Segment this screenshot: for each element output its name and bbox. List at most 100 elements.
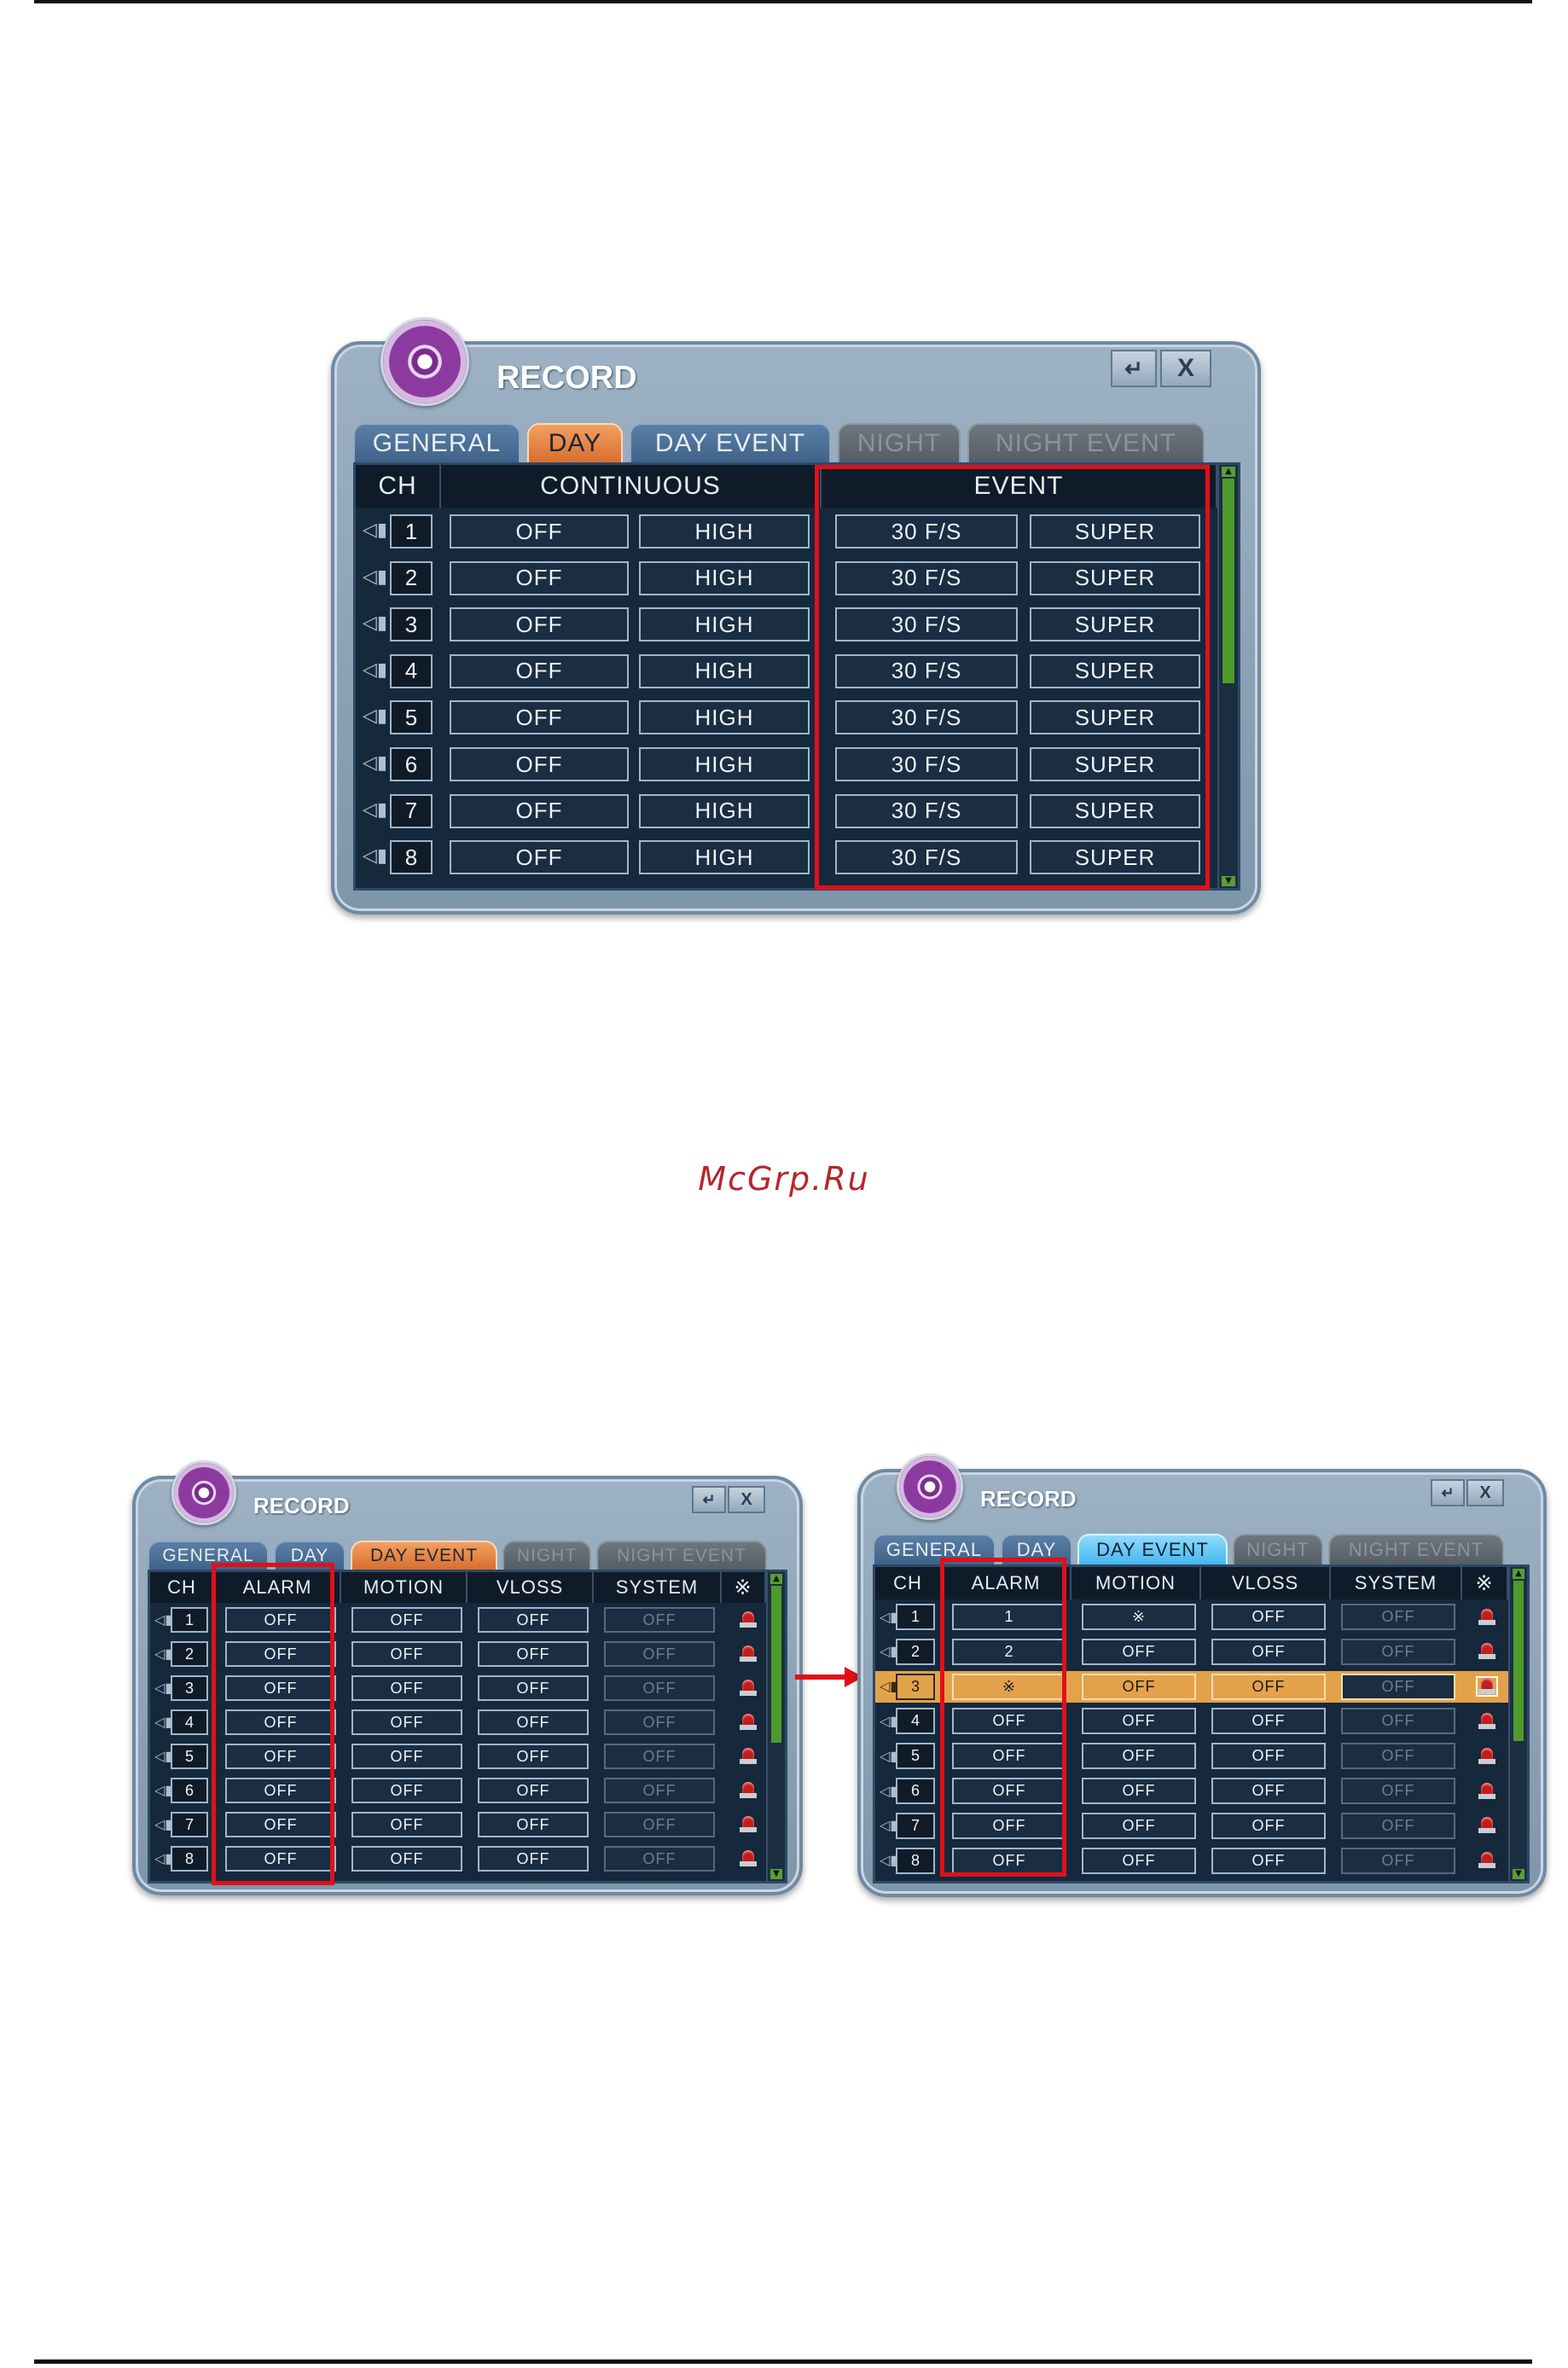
scrollbar[interactable]: ▲ ▼ [1508,1567,1527,1881]
tab-day[interactable]: DAY [527,423,623,462]
vloss-field[interactable]: OFF [478,1778,589,1803]
system-field[interactable]: OFF [1341,1673,1455,1700]
system-field[interactable]: OFF [604,1846,715,1872]
alarm-light-icon[interactable] [1478,1712,1496,1730]
system-field[interactable]: OFF [604,1675,715,1701]
alarm-light-icon[interactable] [1476,1676,1498,1698]
system-field[interactable]: OFF [1341,1604,1455,1630]
tab-night-event[interactable]: NIGHT EVENT [967,423,1205,462]
system-field[interactable]: OFF [1341,1708,1455,1735]
vloss-field[interactable]: OFF [478,1641,589,1667]
continuous-mode-field[interactable]: OFF [450,747,629,781]
alarm-light-icon[interactable] [739,1680,758,1697]
scrollbar[interactable]: ▲ ▼ [1217,465,1238,888]
system-field[interactable]: OFF [604,1812,715,1837]
alarm-light-icon[interactable] [739,1645,758,1663]
scroll-up-arrow-icon[interactable]: ▲ [1222,467,1235,477]
motion-field[interactable]: OFF [351,1641,462,1667]
continuous-mode-field[interactable]: OFF [450,514,629,548]
alarm-light-icon[interactable] [739,1714,758,1731]
system-field[interactable]: OFF [604,1709,715,1735]
scroll-down-arrow-icon[interactable]: ▼ [770,1869,782,1879]
return-button[interactable]: ↵ [692,1486,726,1513]
motion-field[interactable]: OFF [1082,1847,1196,1874]
continuous-quality-field[interactable]: HIGH [639,747,810,781]
continuous-quality-field[interactable]: HIGH [639,653,810,688]
alarm-light-icon[interactable] [1478,1817,1496,1834]
alarm-light-icon[interactable] [739,1850,758,1867]
scroll-thumb[interactable] [1222,479,1234,683]
alarm-light-icon[interactable] [739,1748,758,1765]
continuous-mode-field[interactable]: OFF [450,700,629,735]
motion-field[interactable]: ※ [1082,1604,1196,1630]
alarm-light-icon[interactable] [1478,1782,1496,1800]
scroll-down-arrow-icon[interactable]: ▼ [1513,1869,1524,1879]
system-field[interactable]: OFF [1341,1847,1455,1874]
motion-field[interactable]: OFF [1082,1743,1196,1770]
continuous-mode-field[interactable]: OFF [450,840,629,875]
close-button[interactable]: X [1160,350,1211,387]
vloss-field[interactable]: OFF [1211,1847,1326,1874]
motion-field[interactable]: OFF [351,1709,462,1735]
system-field[interactable]: OFF [1341,1743,1455,1770]
tab-day-event[interactable]: DAY EVENT [351,1541,497,1570]
motion-field[interactable]: OFF [351,1812,462,1837]
scroll-up-arrow-icon[interactable]: ▲ [770,1574,782,1584]
continuous-quality-field[interactable]: HIGH [639,514,810,548]
motion-field[interactable]: OFF [1082,1708,1196,1735]
system-field[interactable]: OFF [604,1744,715,1769]
system-field[interactable]: OFF [1341,1638,1455,1665]
motion-field[interactable]: OFF [351,1778,462,1803]
continuous-mode-field[interactable]: OFF [450,793,629,828]
system-field[interactable]: OFF [604,1641,715,1667]
close-button[interactable]: X [728,1486,765,1513]
motion-field[interactable]: OFF [1082,1778,1196,1804]
vloss-field[interactable]: OFF [478,1607,589,1633]
scroll-thumb[interactable] [1513,1581,1524,1741]
continuous-quality-field[interactable]: HIGH [639,607,810,642]
scroll-thumb[interactable] [771,1586,781,1743]
continuous-mode-field[interactable]: OFF [450,560,629,595]
tab-night[interactable]: NIGHT [1233,1534,1323,1564]
alarm-light-icon[interactable] [739,1611,758,1628]
tab-night[interactable]: NIGHT [838,423,961,462]
vloss-field[interactable]: OFF [478,1812,589,1837]
alarm-light-icon[interactable] [1478,1608,1496,1626]
vloss-field[interactable]: OFF [478,1675,589,1701]
vloss-field[interactable]: OFF [1211,1673,1326,1700]
continuous-quality-field[interactable]: HIGH [639,840,810,875]
motion-field[interactable]: OFF [351,1675,462,1701]
continuous-quality-field[interactable]: HIGH [639,700,810,735]
scroll-down-arrow-icon[interactable]: ▼ [1222,876,1235,886]
continuous-quality-field[interactable]: HIGH [639,793,810,828]
alarm-light-icon[interactable] [739,1816,758,1833]
continuous-mode-field[interactable]: OFF [450,607,629,642]
vloss-field[interactable]: OFF [1211,1812,1326,1839]
alarm-light-icon[interactable] [1478,1747,1496,1765]
tab-night-event[interactable]: NIGHT EVENT [596,1541,767,1570]
continuous-mode-field[interactable]: OFF [450,653,629,688]
continuous-quality-field[interactable]: HIGH [639,560,810,595]
system-field[interactable]: OFF [604,1607,715,1633]
vloss-field[interactable]: OFF [1211,1743,1326,1770]
return-button[interactable]: ↵ [1111,350,1157,387]
motion-field[interactable]: OFF [1082,1638,1196,1665]
motion-field[interactable]: OFF [1082,1673,1196,1700]
motion-field[interactable]: OFF [351,1846,462,1872]
tab-day-event[interactable]: DAY EVENT [1077,1534,1228,1564]
alarm-light-icon[interactable] [1478,1852,1496,1869]
system-field[interactable]: OFF [604,1778,715,1803]
scroll-up-arrow-icon[interactable]: ▲ [1513,1569,1524,1579]
system-field[interactable]: OFF [1341,1812,1455,1839]
return-button[interactable]: ↵ [1431,1479,1465,1506]
vloss-field[interactable]: OFF [1211,1778,1326,1804]
alarm-light-icon[interactable] [1478,1643,1496,1660]
vloss-field[interactable]: OFF [1211,1708,1326,1735]
vloss-field[interactable]: OFF [478,1709,589,1735]
tab-day-event[interactable]: DAY EVENT [630,423,831,462]
tab-general[interactable]: GENERAL [353,423,520,462]
vloss-field[interactable]: OFF [1211,1604,1326,1630]
alarm-light-icon[interactable] [739,1782,758,1799]
vloss-field[interactable]: OFF [478,1846,589,1872]
system-field[interactable]: OFF [1341,1778,1455,1804]
